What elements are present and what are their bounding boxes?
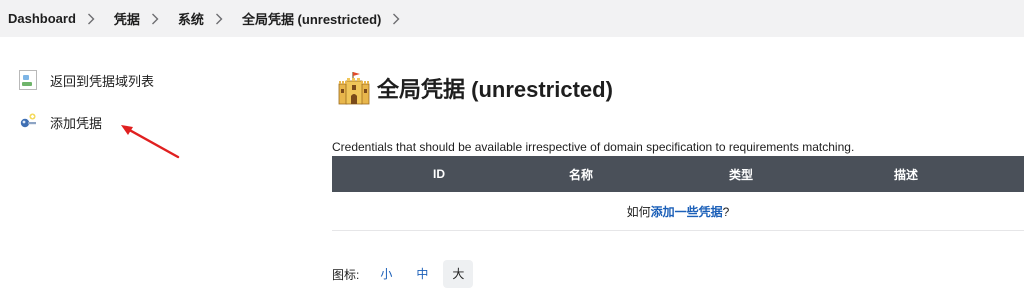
table-row: 如何添加一些凭据? (332, 192, 1024, 231)
column-header-description[interactable]: 描述 (866, 156, 946, 192)
add-credentials-label: 添加凭据 (50, 115, 103, 131)
icon-size-selector: 图标: 小 中 大 (332, 259, 474, 289)
column-header-name[interactable]: 名称 (546, 156, 616, 192)
castle-icon (338, 72, 370, 105)
breadcrumb-global-credentials[interactable]: 全局凭据 (unrestricted) (234, 9, 381, 28)
chevron-right-icon (140, 13, 170, 25)
chevron-right-icon (76, 13, 106, 25)
add-some-credentials-link[interactable]: 添加一些凭据 (651, 205, 723, 219)
breadcrumb-dashboard[interactable]: Dashboard (0, 11, 76, 26)
breadcrumb: Dashboard 凭据 系统 全局凭据 (unrestricted) (0, 0, 1024, 37)
page-title: 全局凭据 (unrestricted) (377, 77, 613, 102)
breadcrumb-system[interactable]: 系统 (170, 9, 204, 28)
back-to-domains-link[interactable]: 返回到凭据域列表 (18, 70, 154, 90)
table-header-row: ID 名称 类型 描述 (332, 156, 1024, 192)
add-credentials-link[interactable]: 添加凭据 (18, 112, 102, 132)
column-header-actions (946, 156, 1024, 192)
chevron-right-icon[interactable] (381, 13, 411, 25)
column-header-type[interactable]: 类型 (616, 156, 866, 192)
column-header-id[interactable]: ID (332, 156, 546, 192)
empty-state-cell: 如何添加一些凭据? (332, 192, 1024, 231)
back-to-domains-label: 返回到凭据域列表 (50, 73, 155, 89)
icon-size-small[interactable]: 小 (371, 260, 401, 288)
page-heading: 全局凭据 (unrestricted) (337, 70, 613, 106)
chevron-right-icon (204, 13, 234, 25)
empty-state-suffix: ? (722, 204, 730, 219)
icon-size-large[interactable]: 大 (443, 260, 474, 288)
key-icon (18, 112, 38, 132)
icon-size-label: 图标: (332, 267, 360, 282)
empty-state-prefix: 如何 (626, 204, 651, 219)
breadcrumb-credentials[interactable]: 凭据 (106, 9, 140, 28)
credentials-table: ID 名称 类型 描述 如何添加一些凭据? (332, 156, 1024, 231)
broken-image-icon (18, 70, 38, 90)
icon-size-medium[interactable]: 中 (407, 260, 437, 288)
annotation-arrow-icon (121, 125, 180, 159)
credentials-description: Credentials that should be available irr… (332, 140, 855, 154)
